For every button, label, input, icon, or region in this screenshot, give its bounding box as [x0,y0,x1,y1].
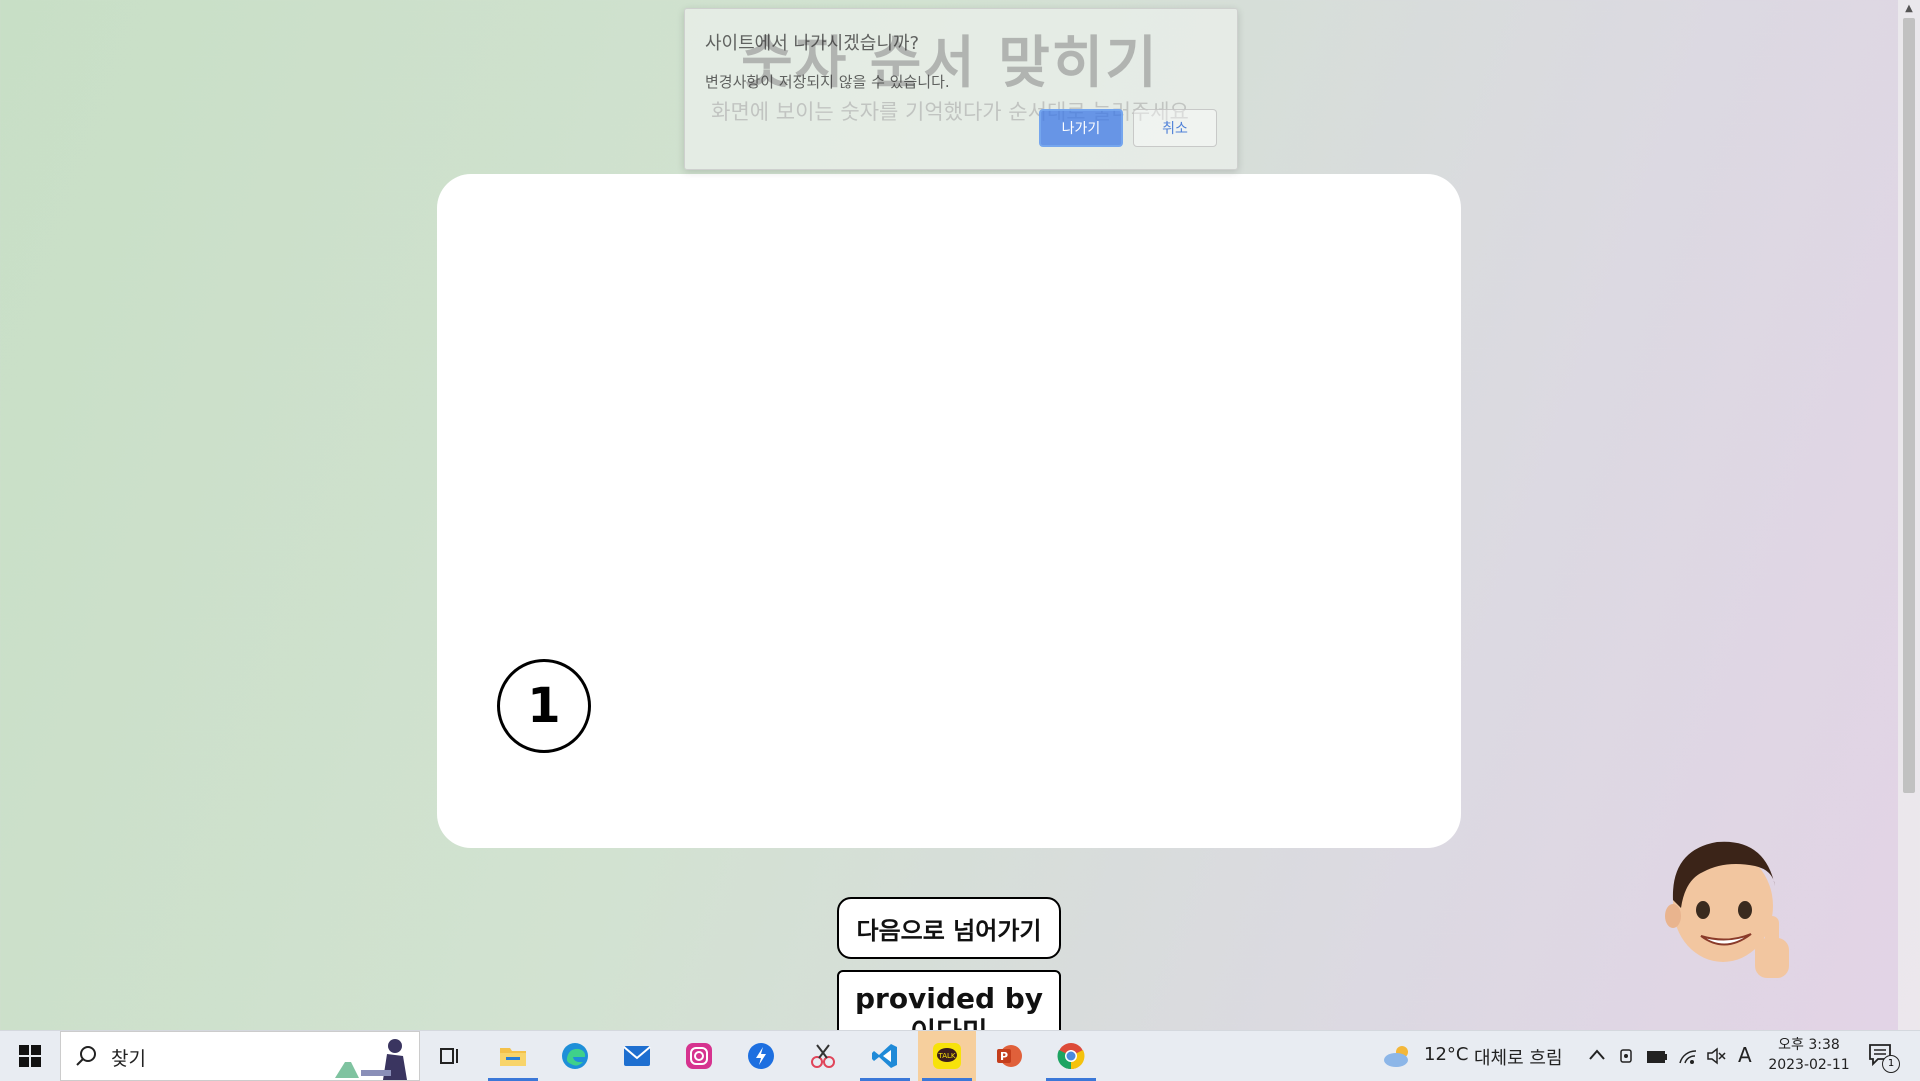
weather-description[interactable]: 대체로 흐림 [1474,1044,1563,1070]
taskbar-search-box[interactable]: 찾기 [60,1031,420,1081]
clock-date: 2023-02-11 [1768,1057,1850,1073]
snipping-tool-icon[interactable] [794,1031,852,1081]
game-board: 1 [437,174,1461,848]
input-method-indicator[interactable]: A [1738,1043,1752,1067]
leave-site-dialog: 사이트에서 나가시겠습니까? 변경사항이 저장되지 않을 수 있습니다. 나가기… [684,8,1238,170]
kakaotalk-icon[interactable]: TALK [918,1031,976,1081]
volume-muted-icon[interactable] [1706,1047,1726,1069]
number-circle[interactable]: 1 [497,659,591,753]
task-view-icon[interactable] [420,1031,478,1081]
taskbar-clock[interactable]: 오후 3:38 2023-02-11 [1764,1035,1854,1075]
instagram-icon[interactable] [670,1031,728,1081]
edge-browser-icon[interactable] [546,1031,604,1081]
meet-now-icon[interactable] [1618,1047,1636,1069]
chevron-up-icon[interactable] [1588,1047,1606,1066]
next-button[interactable]: 다음으로 넘어가기 [837,897,1061,959]
vertical-scrollbar[interactable]: ▲ [1898,0,1920,1030]
scroll-up-arrow-icon[interactable]: ▲ [1898,0,1920,18]
blue-app-icon[interactable] [732,1031,790,1081]
weather-cloud-icon[interactable] [1382,1043,1414,1073]
mail-icon[interactable] [608,1031,666,1081]
leave-button[interactable]: 나가기 [1039,109,1123,147]
windows-start-icon[interactable] [0,1031,60,1081]
search-icon [76,1046,96,1066]
file-explorer-icon[interactable] [484,1031,542,1081]
powerpoint-icon[interactable]: P [980,1031,1038,1081]
browser-page: 숫자 순서 맞히기 화면에 보이는 숫자를 기억했다가 순서대로 눌러주세요 1… [0,0,1920,1030]
svg-text:P: P [1000,1050,1008,1063]
dialog-message: 변경사항이 저장되지 않을 수 있습니다. [705,73,950,91]
vscode-icon[interactable] [856,1031,914,1081]
credit-button[interactable]: provided by 이다미 [837,970,1061,1030]
battery-icon[interactable] [1646,1049,1668,1068]
notification-count-badge: 1 [1882,1055,1900,1073]
svg-text:TALK: TALK [937,1052,955,1060]
avatar-thumbs-up-image [1655,830,1805,990]
taskbar: 찾기 TALK P 12°C 대체로 흐림 A 오후 3:38 2023-02-… [0,1030,1920,1081]
search-placeholder: 찾기 [111,1048,146,1070]
cancel-button[interactable]: 취소 [1133,109,1217,147]
scroll-thumb[interactable] [1903,18,1915,793]
search-highlight-illustration-icon [335,1039,407,1080]
clock-time: 오후 3:38 [1778,1037,1840,1053]
weather-temperature[interactable]: 12°C [1424,1044,1468,1065]
wifi-icon[interactable] [1678,1047,1698,1069]
dialog-title: 사이트에서 나가시겠습니까? [705,33,919,54]
notification-center-icon[interactable]: 1 [1868,1043,1900,1075]
chrome-icon[interactable] [1042,1031,1100,1081]
